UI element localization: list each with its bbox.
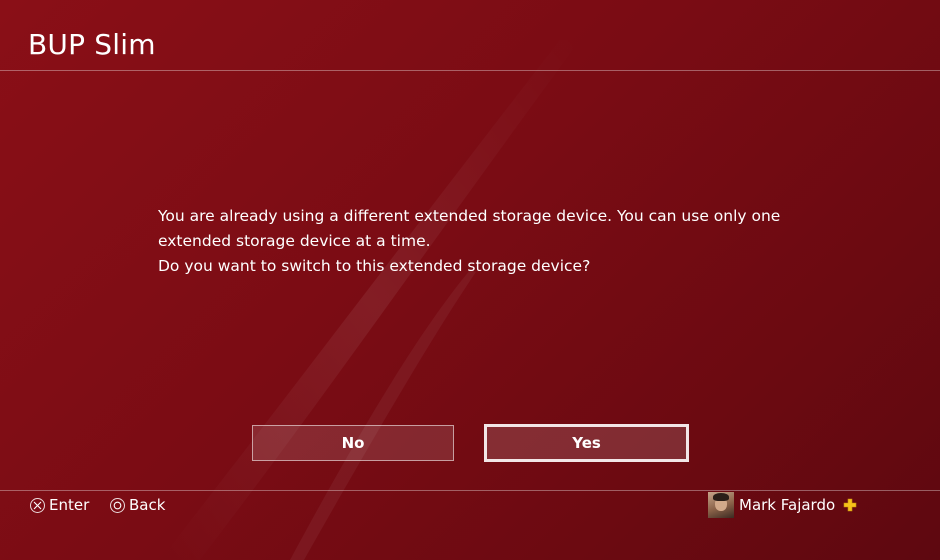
user-profile: Mark Fajardo (708, 492, 857, 518)
yes-button[interactable]: Yes (484, 424, 689, 462)
header-divider (0, 70, 940, 71)
back-hint-label: Back (129, 496, 166, 514)
cross-button-icon (30, 497, 45, 513)
playstation-plus-icon (843, 498, 857, 512)
avatar (708, 492, 734, 518)
enter-hint: Enter (30, 494, 89, 516)
page-title: BUP Slim (28, 28, 156, 61)
dialog-message: You are already using a different extend… (158, 204, 808, 279)
footer-divider (0, 490, 940, 491)
dialog-question-text: Do you want to switch to this extended s… (158, 257, 591, 275)
no-button[interactable]: No (252, 425, 454, 461)
user-name: Mark Fajardo (739, 496, 836, 514)
background-light-streak (160, 40, 580, 560)
dialog-message-text: You are already using a different extend… (158, 207, 781, 250)
back-hint: Back (110, 494, 165, 516)
enter-hint-label: Enter (49, 496, 90, 514)
circle-button-icon (110, 497, 125, 513)
